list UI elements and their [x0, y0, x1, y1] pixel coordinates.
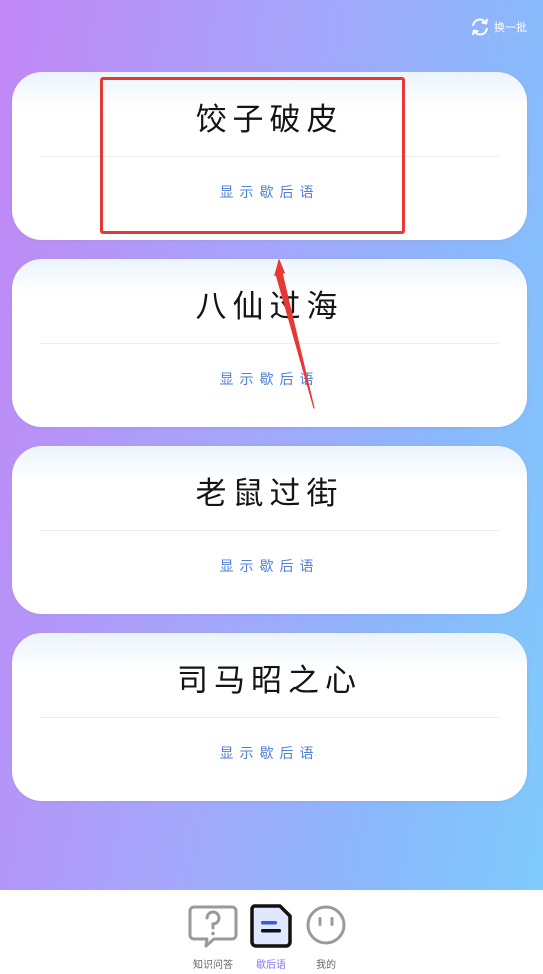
divider — [40, 343, 499, 344]
refresh-icon — [469, 16, 491, 38]
tab-quiz-label: 知识问答 — [193, 960, 233, 971]
show-answer-button[interactable]: 显示歇后语 — [12, 556, 527, 576]
riddle-text: 老鼠过街 — [195, 476, 344, 512]
tab-xiehouyu-label: 歇后语 — [256, 960, 286, 971]
main-screen: 换一批 饺子破皮 显示歇后语 八仙过海 显示歇后语 老鼠过街 显示歇后语 司马昭… — [0, 0, 543, 890]
riddle-text: 八仙过海 — [195, 289, 344, 325]
riddle-text: 司马昭之心 — [177, 663, 362, 699]
tab-quiz[interactable]: 知识问答 — [187, 904, 239, 971]
divider — [40, 530, 499, 531]
riddle-card: 老鼠过街 显示歇后语 — [12, 446, 527, 614]
riddle-card: 饺子破皮 显示歇后语 — [12, 72, 527, 240]
riddle-text: 饺子破皮 — [195, 102, 344, 138]
show-answer-button[interactable]: 显示歇后语 — [12, 182, 527, 202]
tab-mine-label: 我的 — [316, 960, 336, 971]
refresh-batch-button[interactable]: 换一批 — [469, 16, 527, 38]
bottom-tab-bar: 知识问答 歇后语 我的 — [0, 890, 543, 974]
tab-xiehouyu[interactable]: 歇后语 — [245, 904, 297, 971]
question-chat-icon — [188, 904, 238, 952]
show-answer-button[interactable]: 显示歇后语 — [12, 743, 527, 763]
document-icon — [248, 904, 294, 952]
refresh-label: 换一批 — [494, 21, 527, 34]
riddle-card: 司马昭之心 显示歇后语 — [12, 633, 527, 801]
divider — [40, 717, 499, 718]
tab-mine[interactable]: 我的 — [300, 904, 352, 971]
show-answer-button[interactable]: 显示歇后语 — [12, 369, 527, 389]
riddle-card: 八仙过海 显示歇后语 — [12, 259, 527, 427]
face-icon — [302, 904, 350, 952]
divider — [40, 156, 499, 157]
